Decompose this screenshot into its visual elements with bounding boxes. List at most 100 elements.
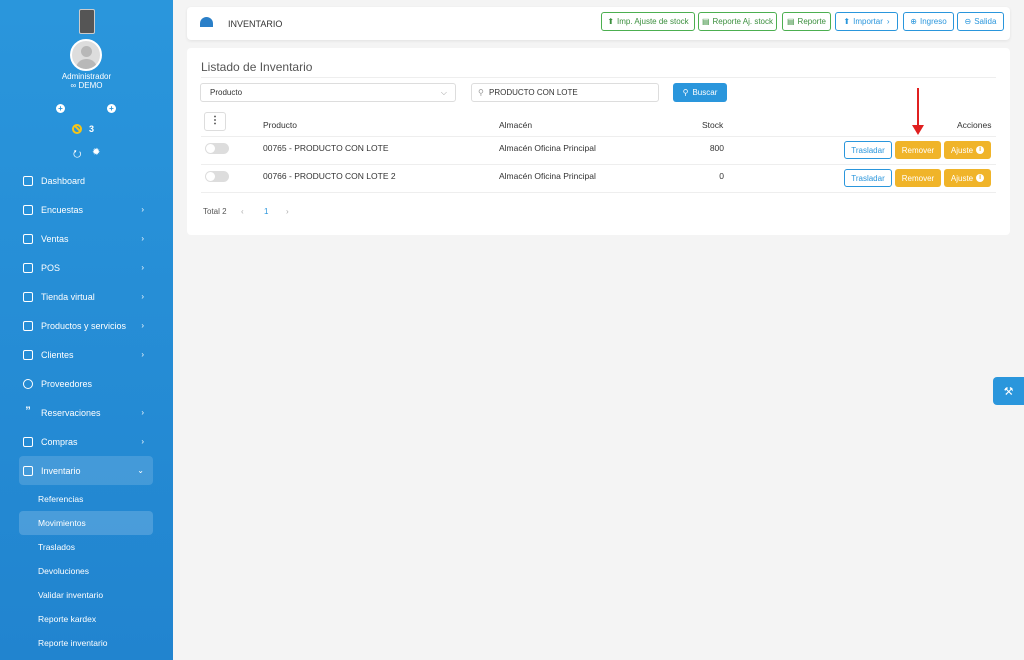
trasladar-button[interactable]: Trasladar: [844, 169, 892, 187]
sidebar-item-label: Proveedores: [41, 378, 93, 389]
cart-icon: [23, 262, 33, 273]
sidebar-item-reservaciones[interactable]: ” Reservaciones ›: [19, 398, 153, 427]
book-icon: [23, 465, 33, 476]
pagination-prev-icon[interactable]: ‹: [241, 207, 244, 216]
pagination-next-icon[interactable]: ›: [286, 207, 289, 216]
sidebar-item-dashboard[interactable]: Dashboard: [19, 166, 153, 195]
chevron-right-icon: ›: [141, 234, 144, 243]
sidebar-item-label: Reservaciones: [41, 407, 101, 418]
sidebar-item-label: Tienda virtual: [41, 291, 95, 302]
boxes-icon: [23, 320, 33, 331]
pagination-total: Total 2: [203, 207, 227, 216]
report-button[interactable]: ▤ Reporte: [782, 12, 831, 31]
user-company: ∞ DEMO: [70, 81, 103, 90]
paint-roller-icon[interactable]: ⚒: [993, 377, 1024, 405]
search-icon: ⚲: [478, 88, 484, 97]
column-options-icon[interactable]: ⋮: [204, 112, 226, 131]
page-title: INVENTARIO: [228, 19, 283, 29]
avatar[interactable]: [70, 39, 102, 71]
thermometer-icon[interactable]: ⭮: [73, 147, 81, 164]
file-icon: ▤: [786, 17, 795, 26]
add-right-icon[interactable]: +: [107, 104, 116, 113]
sidebar-item-label: Compras: [41, 436, 78, 447]
sidebar-item-encuestas[interactable]: Encuestas ›: [19, 195, 153, 224]
button-label: Buscar: [692, 88, 718, 97]
sidebar-item-label: POS: [41, 262, 61, 273]
row-almacen: Almacén Oficina Principal: [499, 143, 596, 153]
logo: [79, 9, 95, 34]
sidebar-item-proveedores[interactable]: Proveedores: [19, 369, 153, 398]
document-icon: [23, 204, 33, 215]
sidebar-item-pos[interactable]: POS ›: [19, 253, 153, 282]
search-input[interactable]: ⚲ PRODUCTO CON LOTE: [471, 83, 659, 102]
divider: [201, 136, 996, 137]
sidebar-item-ventas[interactable]: Ventas ›: [19, 224, 153, 253]
submenu-devoluciones[interactable]: Devoluciones: [19, 559, 153, 583]
submenu-validar-inventario[interactable]: Validar inventario: [19, 583, 153, 607]
submenu-reporte-inventario[interactable]: Reporte inventario: [19, 631, 153, 655]
page-header: INVENTARIO ⬆ Imp. Ajuste de stock ▤ Report…: [187, 7, 1010, 40]
plus-circle-icon: ⊕: [910, 17, 917, 26]
ingreso-button[interactable]: ⊕ Ingreso: [903, 12, 954, 31]
row-toggle[interactable]: [205, 143, 229, 154]
chevron-right-icon: ›: [141, 321, 144, 330]
salida-button[interactable]: ⊖ Salida: [957, 12, 1004, 31]
submenu-traslados[interactable]: Traslados: [19, 535, 153, 559]
ajuste-button[interactable]: Ajuste i: [944, 169, 991, 187]
chevron-right-icon: ›: [141, 437, 144, 446]
boxes-icon: [23, 349, 33, 360]
submenu-referencias[interactable]: Referencias: [19, 487, 153, 511]
button-label: Reporte: [797, 17, 827, 26]
pagination-page[interactable]: 1: [264, 207, 268, 216]
filter-select[interactable]: Producto ⌵: [200, 83, 456, 102]
chevron-right-icon: ›: [141, 408, 144, 417]
row-almacen: Almacén Oficina Principal: [499, 171, 596, 181]
sidebar-item-clientes[interactable]: Clientes ›: [19, 340, 153, 369]
bag-icon: [23, 436, 33, 447]
sidebar-item-label: Productos y servicios: [41, 320, 127, 331]
info-icon: i: [976, 146, 985, 154]
add-left-icon[interactable]: +: [56, 104, 65, 113]
sidebar-item-tienda-virtual[interactable]: Tienda virtual ›: [19, 282, 153, 311]
annotation-arrow-head: [912, 125, 924, 135]
search-button[interactable]: ⚲ Buscar: [673, 83, 727, 102]
button-label: Importar: [853, 17, 883, 26]
quote-icon: ”: [25, 404, 31, 417]
sidebar-item-label: Inventario: [41, 465, 81, 476]
divider: [201, 164, 996, 165]
column-header-almacen[interactable]: Almacén: [499, 120, 532, 130]
chevron-down-icon: ⌵: [440, 88, 447, 97]
sidebar-nav: Dashboard Encuestas › Ventas › POS › Tie…: [19, 166, 153, 655]
row-toggle[interactable]: [205, 171, 229, 182]
column-header-producto[interactable]: Producto: [263, 120, 297, 130]
sidebar-item-productos[interactable]: Productos y servicios ›: [19, 311, 153, 340]
submenu-movimientos[interactable]: Movimientos: [19, 511, 153, 535]
ajuste-button[interactable]: Ajuste i: [944, 141, 991, 159]
lightbulb-icon[interactable]: ✹: [92, 147, 100, 158]
remover-button[interactable]: Remover: [895, 169, 941, 187]
button-label: Salida: [974, 17, 997, 26]
import-button[interactable]: ⬆ Importar ›: [835, 12, 898, 31]
sidebar-item-label: Dashboard: [41, 175, 86, 186]
row-stock: 800: [709, 143, 724, 153]
submenu-reporte-kardex[interactable]: Reporte kardex: [19, 607, 153, 631]
import-stock-adjustment-button[interactable]: ⬆ Imp. Ajuste de stock: [601, 12, 695, 31]
sidebar-item-label: Clientes: [41, 349, 74, 360]
store-icon: [23, 291, 33, 302]
button-label: Reporte Aj. stock: [712, 17, 774, 26]
chevron-right-icon: ›: [141, 263, 144, 272]
stock-adjustment-report-button[interactable]: ▤ Reporte Aj. stock: [698, 12, 777, 31]
ban-icon[interactable]: [72, 124, 82, 134]
trasladar-button[interactable]: Trasladar: [844, 141, 892, 159]
remover-button[interactable]: Remover: [895, 141, 941, 159]
sidebar-item-compras[interactable]: Compras ›: [19, 427, 153, 456]
column-header-stock[interactable]: Stock: [702, 120, 723, 130]
search-icon: ⚲: [682, 88, 689, 97]
inventory-card: Listado de Inventario Producto ⌵ ⚲ PRODU…: [187, 48, 1010, 235]
button-label: Ajuste: [950, 173, 974, 183]
row-producto: 00766 - PRODUCTO CON LOTE 2: [263, 171, 396, 181]
sidebar-item-inventario[interactable]: Inventario ⌄: [19, 456, 153, 485]
document-icon: [23, 233, 33, 244]
chevron-right-icon: ›: [141, 350, 144, 359]
dashboard-icon: [23, 175, 33, 186]
